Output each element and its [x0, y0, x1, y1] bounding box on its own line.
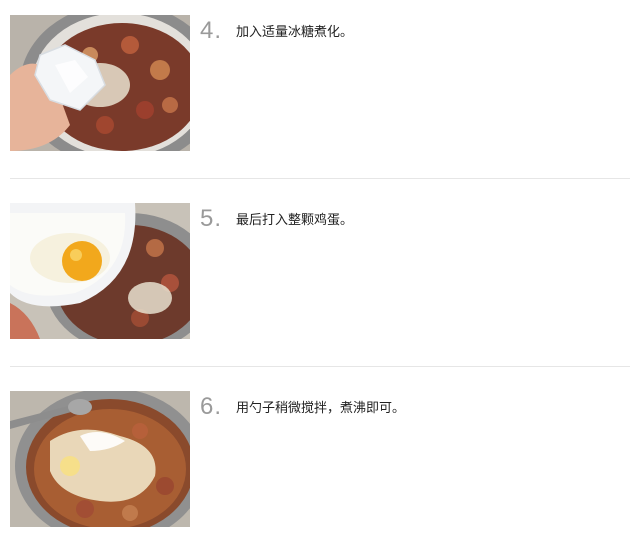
step-6-photo	[10, 391, 190, 527]
divider	[10, 178, 630, 179]
recipe-step-5: 5. 最后打入整颗鸡蛋。	[0, 203, 630, 343]
step-number: 6.	[200, 393, 223, 420]
step-number: 4.	[200, 17, 223, 44]
recipe-step-6: 6. 用勺子稍微搅拌，煮沸即可。	[0, 391, 630, 531]
step-5-photo	[10, 203, 190, 339]
step-description: 最后打入整颗鸡蛋。	[236, 213, 354, 228]
step-4-photo	[10, 15, 190, 151]
step-description: 加入适量冰糖煮化。	[236, 25, 354, 40]
step-number: 5.	[200, 205, 223, 232]
divider	[10, 366, 630, 367]
recipe-step-4: 4. 加入适量冰糖煮化。	[0, 15, 630, 155]
step-description: 用勺子稍微搅拌，煮沸即可。	[236, 401, 406, 416]
